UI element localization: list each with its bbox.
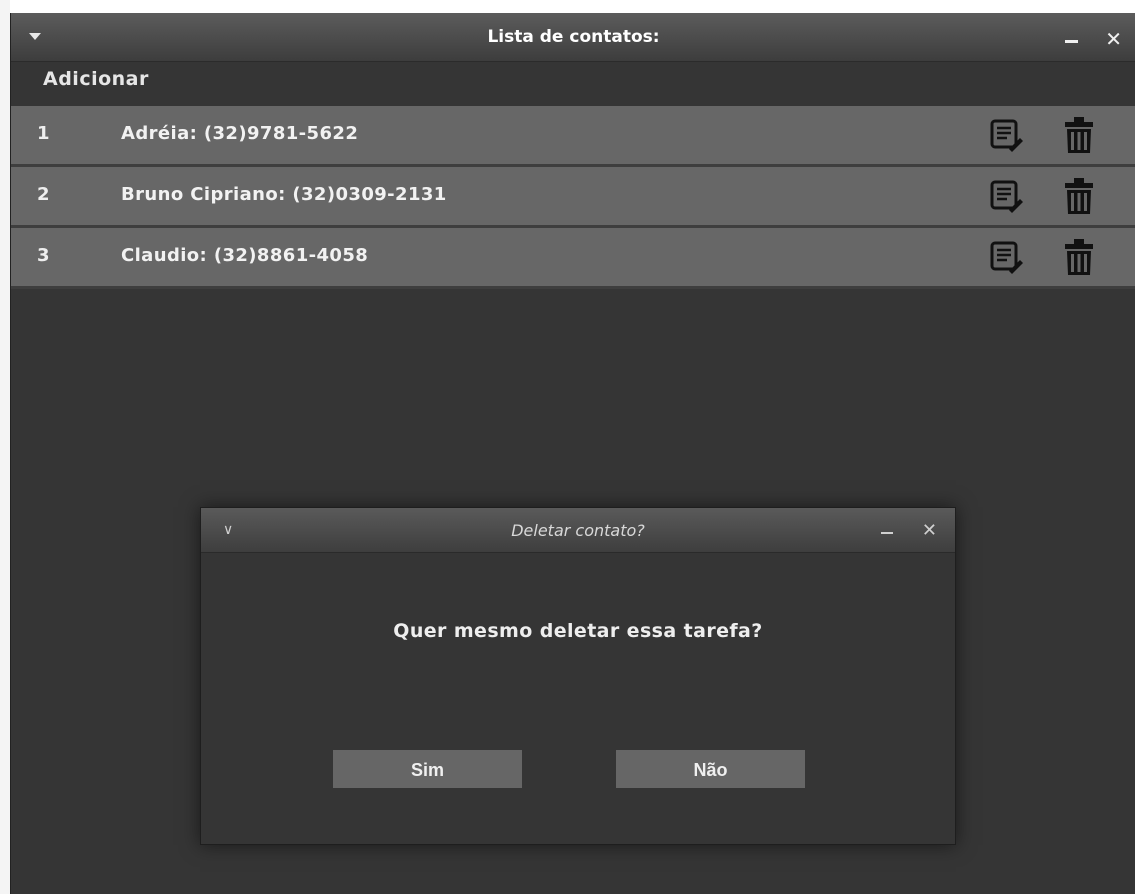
contact-text: Claudio: (32)8861-4058 [121,245,369,266]
contact-row: 2 Bruno Cipriano: (32)0309-2131 [11,167,1135,228]
contact-text: Bruno Cipriano: (32)0309-2131 [121,184,447,205]
dialog-titlebar[interactable]: ∨ Deletar contato? ✕ [201,508,955,553]
trash-icon[interactable] [1063,238,1095,276]
delete-confirm-dialog: ∨ Deletar contato? ✕ Quer mesmo deletar … [200,507,956,845]
dialog-title: Deletar contato? [511,521,645,540]
trash-icon[interactable] [1063,116,1095,154]
contact-text: Adréia: (32)9781-5622 [121,123,359,144]
edit-note-icon[interactable] [989,118,1023,152]
close-icon[interactable]: ✕ [922,520,937,541]
edit-note-icon[interactable] [989,179,1023,213]
desktop-background [0,0,10,894]
confirm-yes-button[interactable]: Sim [333,750,522,788]
contact-index: 3 [37,245,50,266]
trash-icon[interactable] [1063,177,1095,215]
confirm-no-button[interactable]: Não [616,750,805,788]
dialog-message: Quer mesmo deletar essa tarefa? [393,620,763,642]
contact-row: 1 Adréia: (32)9781-5622 [11,106,1135,167]
window-title: Lista de contatos: [487,27,660,47]
close-icon[interactable]: ✕ [1105,29,1122,49]
minimize-icon[interactable] [1065,40,1078,43]
contact-list: 1 Adréia: (32)9781-5622 2 Bruno Cipriano… [11,106,1135,289]
contact-index: 2 [37,184,50,205]
contact-row: 3 Claudio: (32)8861-4058 [11,228,1135,289]
minimize-icon[interactable] [881,532,893,534]
edit-note-icon[interactable] [989,240,1023,274]
add-contact-link[interactable]: Adicionar [43,68,149,90]
window-titlebar[interactable]: Lista de contatos: ✕ [11,13,1135,62]
contact-index: 1 [37,123,50,144]
